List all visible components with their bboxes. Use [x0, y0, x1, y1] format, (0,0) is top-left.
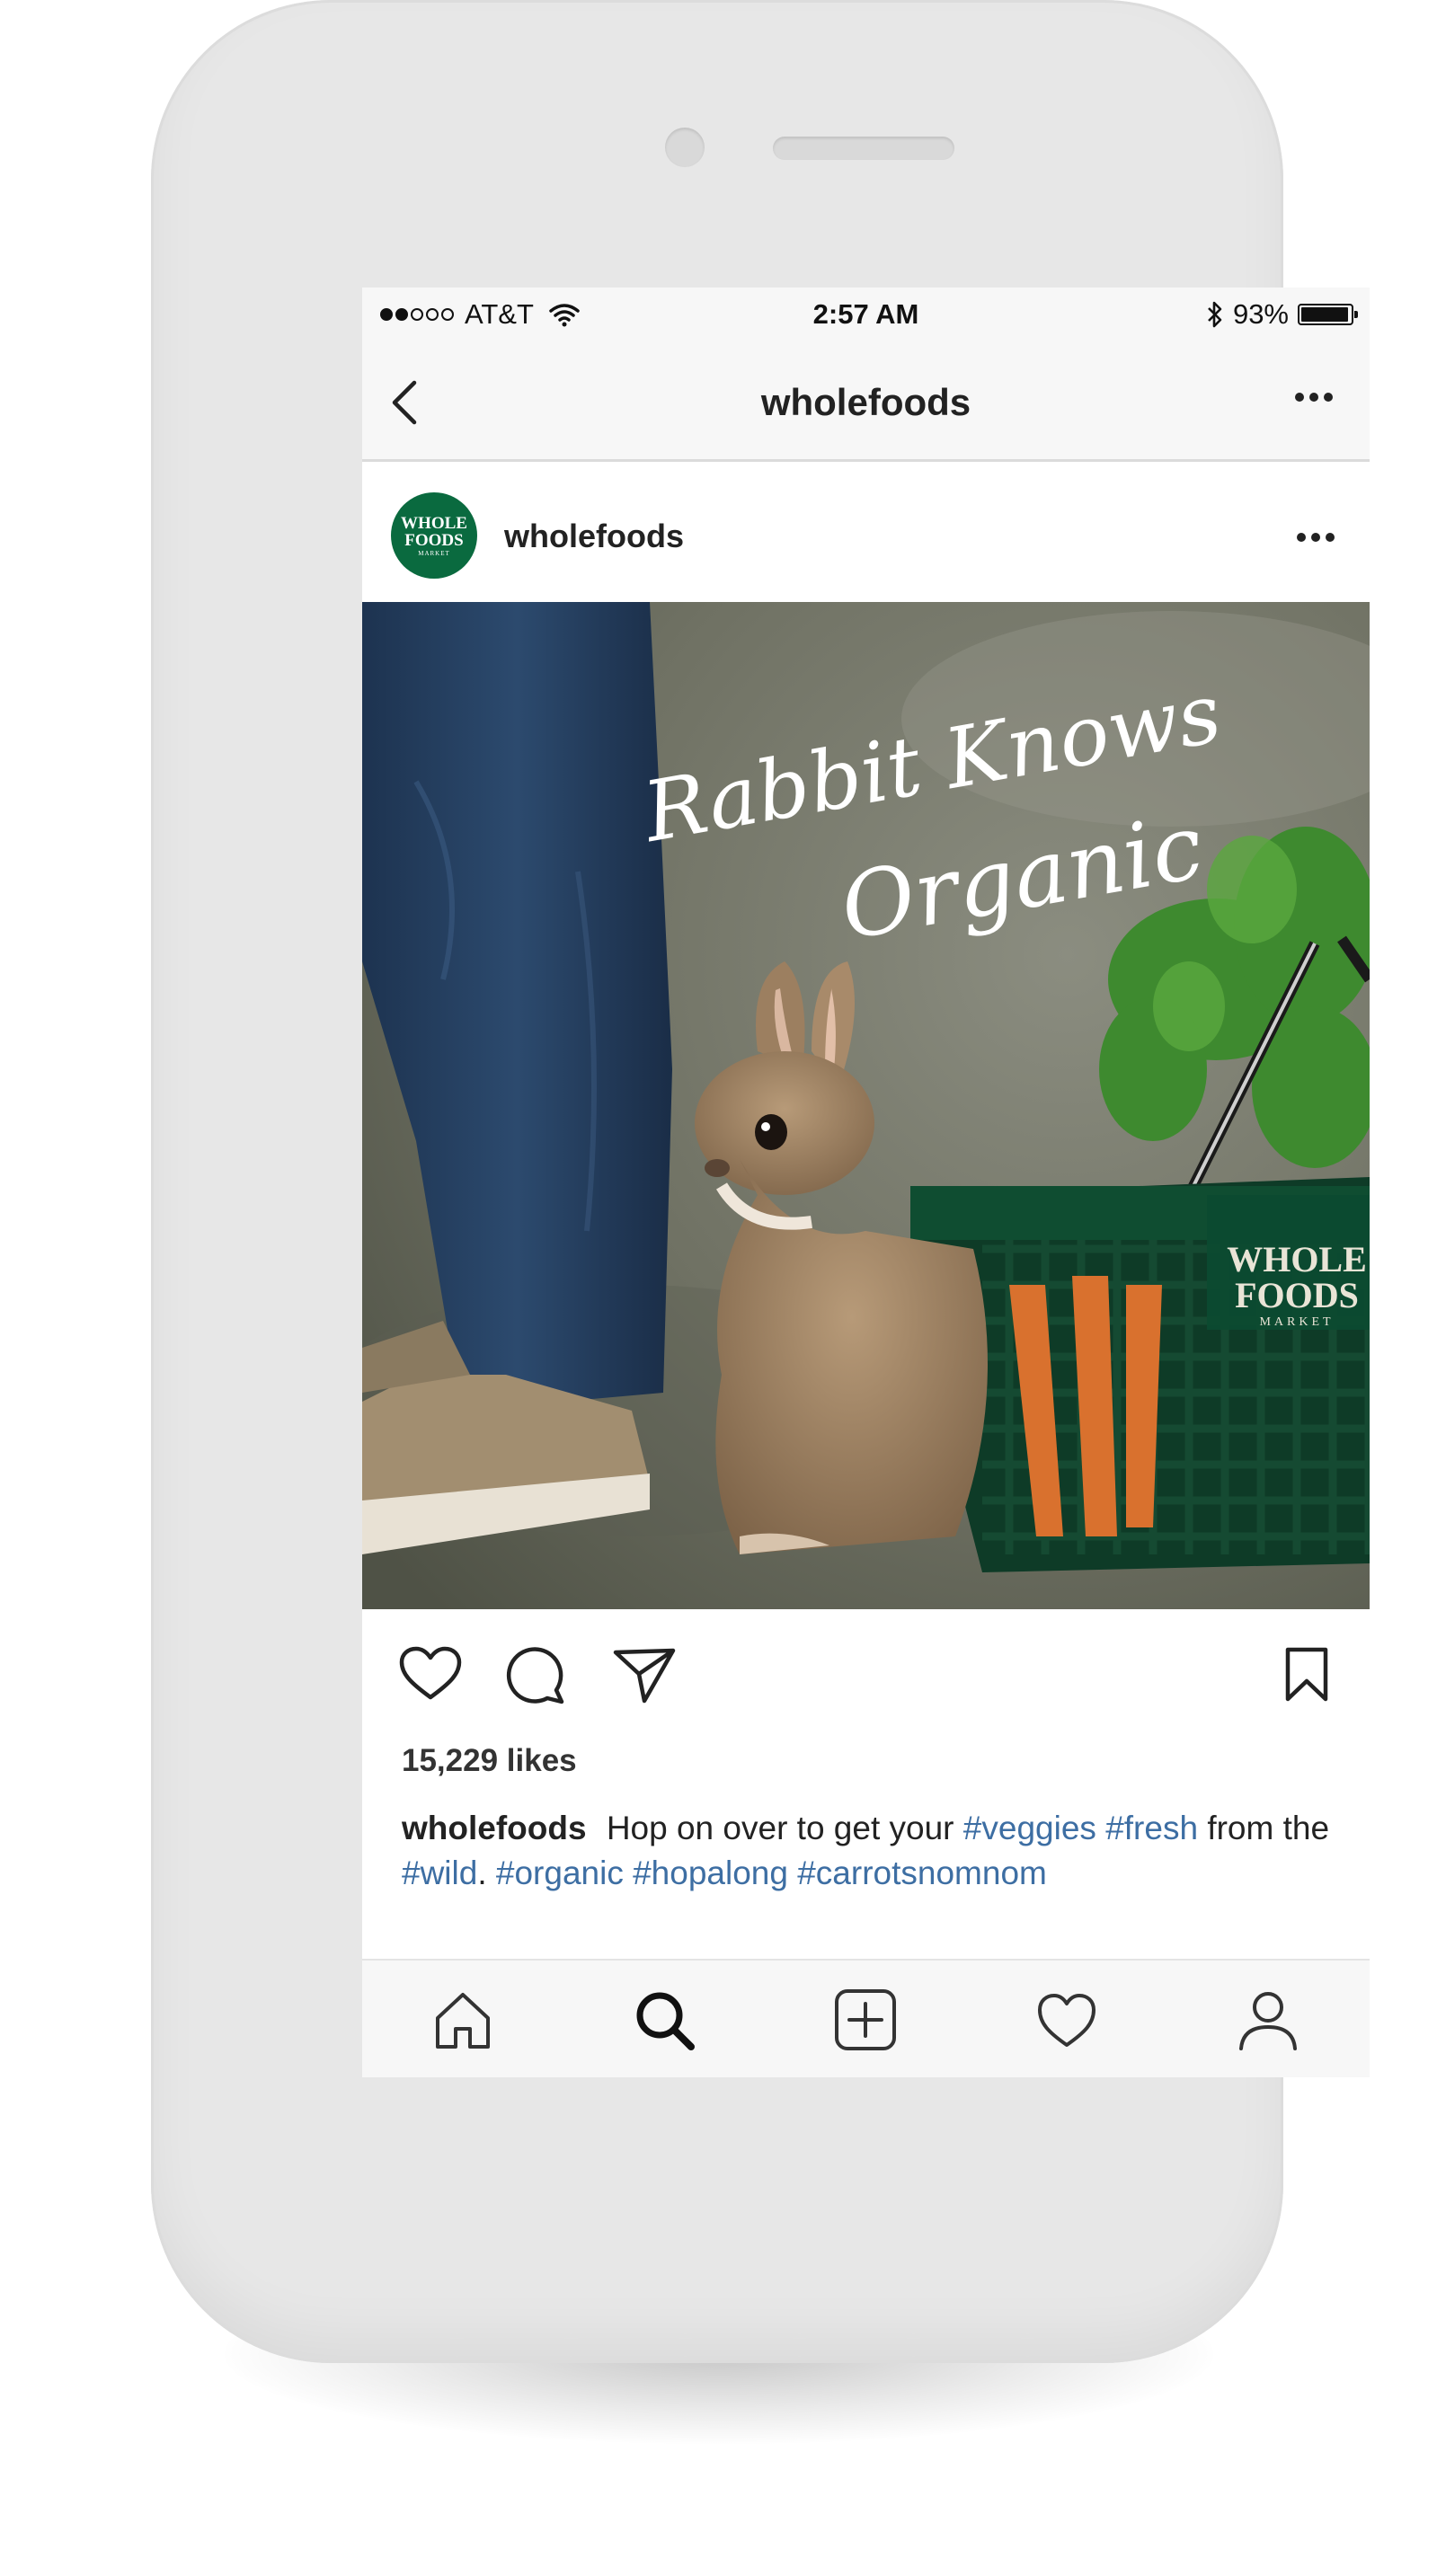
post-username[interactable]: wholefoods — [504, 518, 684, 555]
ellipsis-icon[interactable] — [1294, 392, 1334, 403]
battery-percent: 93% — [1232, 298, 1289, 330]
basket-logo-line3: MARKET — [1259, 1315, 1334, 1329]
caption-text-3: . — [477, 1855, 487, 1891]
battery-icon — [1298, 304, 1358, 325]
add-icon[interactable] — [833, 1987, 898, 2052]
phone-frame: AT&T 2:57 AM 93% wholefoods WHOLE FOODS … — [151, 0, 1370, 2363]
comment-icon[interactable] — [504, 1645, 567, 1704]
post-options-icon[interactable] — [1296, 532, 1335, 543]
hashtag-carrotsnomnom[interactable]: #carrotsnomnom — [797, 1855, 1047, 1891]
heart-icon[interactable] — [398, 1645, 463, 1703]
home-icon[interactable] — [430, 1987, 495, 2052]
avatar-logo-line1: WHOLE — [401, 513, 467, 533]
status-bar: AT&T 2:57 AM 93% — [362, 288, 1370, 345]
avatar-logo-line2: FOODS — [404, 530, 464, 550]
caption-username[interactable]: wholefoods — [402, 1810, 587, 1846]
hashtag-wild[interactable]: #wild — [402, 1855, 477, 1891]
basket-logo-line2: FOODS — [1235, 1275, 1359, 1315]
earpiece-speaker — [773, 137, 954, 160]
post-header: WHOLE FOODS MARKET wholefoods — [362, 462, 1370, 602]
status-right: 93% — [1206, 298, 1358, 331]
hashtag-hopalong[interactable]: #hopalong — [633, 1855, 788, 1891]
caption-text-1: Hop on over to get your — [606, 1810, 954, 1846]
basket-logo-line1: WHOLE — [1227, 1239, 1367, 1279]
profile-icon[interactable] — [1236, 1987, 1300, 2052]
like-count[interactable]: 15,229 likes — [402, 1743, 577, 1779]
share-icon[interactable] — [612, 1645, 677, 1704]
post-actions — [362, 1609, 1370, 1726]
phone-screen: AT&T 2:57 AM 93% wholefoods WHOLE FOODS … — [362, 288, 1370, 2077]
hashtag-fresh[interactable]: #fresh — [1105, 1810, 1198, 1846]
hashtag-organic[interactable]: #organic — [496, 1855, 624, 1891]
profile-nav-bar: wholefoods — [362, 345, 1370, 462]
tab-bar — [362, 1959, 1370, 2077]
search-icon[interactable] — [632, 1987, 696, 2052]
bluetooth-icon — [1208, 301, 1222, 328]
post-image[interactable]: Rabbit Knows Organic WHOLE FOODS MARKET — [362, 602, 1370, 1609]
avatar[interactable]: WHOLE FOODS MARKET — [391, 492, 477, 579]
caption-text-2: from the — [1207, 1810, 1330, 1846]
nav-title: wholefoods — [760, 381, 971, 423]
avatar-logo-line3: MARKET — [418, 549, 450, 557]
hashtag-veggies[interactable]: #veggies — [963, 1810, 1096, 1846]
post-caption: wholefoods Hop on over to get your #vegg… — [402, 1806, 1336, 1896]
bookmark-icon[interactable] — [1283, 1645, 1330, 1704]
activity-icon[interactable] — [1034, 1987, 1099, 2052]
front-camera — [665, 128, 705, 167]
